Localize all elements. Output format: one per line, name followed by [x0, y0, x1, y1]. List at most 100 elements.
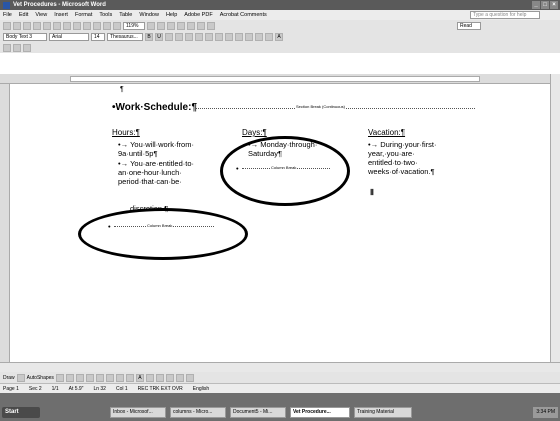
- font-size-box[interactable]: 14: [91, 32, 105, 41]
- hours-bullet-1-text: You·will·work·from· 9a·until·5p¶: [118, 140, 194, 158]
- justify-icon[interactable]: [195, 32, 203, 41]
- menu-insert[interactable]: Insert: [54, 12, 68, 18]
- help-search-input[interactable]: Type a question for help: [470, 11, 540, 19]
- text-cursor: Ⅱ: [370, 188, 374, 197]
- font-color-draw-icon[interactable]: A: [135, 373, 144, 382]
- font-color-icon[interactable]: A: [275, 32, 283, 41]
- thesaurus-box[interactable]: Thesaurus...: [107, 32, 143, 41]
- arrow-icon[interactable]: [65, 373, 74, 382]
- drawing-icon[interactable]: [197, 21, 205, 30]
- line-style-icon[interactable]: [145, 373, 154, 382]
- zoom-box[interactable]: 119%: [123, 21, 145, 30]
- vacation-header: Vacation:¶: [368, 128, 406, 137]
- close-button[interactable]: ×: [550, 1, 558, 9]
- line-icon[interactable]: [55, 373, 64, 382]
- highlight-icon[interactable]: [265, 32, 273, 41]
- line-spacing-icon[interactable]: [205, 32, 213, 41]
- task-columns[interactable]: columns - Micro...: [170, 407, 226, 418]
- fill-color-icon[interactable]: [115, 373, 124, 382]
- horizontal-ruler[interactable]: [0, 74, 560, 84]
- vertical-ruler[interactable]: [0, 84, 10, 362]
- spelling-icon[interactable]: [73, 21, 81, 30]
- table-icon[interactable]: [177, 21, 185, 30]
- annotation-circle-hours: [78, 208, 248, 260]
- select-objects-icon[interactable]: [16, 373, 25, 382]
- textbox-icon[interactable]: [95, 373, 104, 382]
- indent-icon[interactable]: [245, 32, 253, 41]
- outdent-icon[interactable]: [235, 32, 243, 41]
- menu-table[interactable]: Table: [119, 12, 132, 18]
- font-box[interactable]: Arial: [49, 32, 89, 41]
- start-button[interactable]: Start: [2, 407, 40, 418]
- hyperlink-icon[interactable]: [167, 21, 175, 30]
- open-icon[interactable]: [13, 21, 21, 30]
- permission-icon[interactable]: [33, 21, 41, 30]
- clock: 3:34 PM: [533, 407, 558, 418]
- oval-icon[interactable]: [85, 373, 94, 382]
- document-page[interactable]: ¶ •Work·Schedule:¶ Section Break (Contin…: [10, 84, 550, 362]
- menu-format[interactable]: Format: [75, 12, 92, 18]
- dash-style-icon[interactable]: [155, 373, 164, 382]
- task-inbox[interactable]: Inbox - Microsof...: [110, 407, 166, 418]
- title-bar: Vet Procedures - Microsoft Word _ □ ×: [0, 0, 560, 10]
- copy-icon[interactable]: [103, 21, 111, 30]
- menu-edit[interactable]: Edit: [19, 12, 28, 18]
- task-training-material[interactable]: Training Material: [354, 407, 412, 418]
- new-icon[interactable]: [3, 21, 11, 30]
- menu-help[interactable]: Help: [166, 12, 177, 18]
- style-box[interactable]: Body Text 3: [3, 32, 47, 41]
- read-button[interactable]: Read: [457, 21, 481, 30]
- hours-header: Hours:¶: [112, 128, 140, 137]
- task-document5[interactable]: Document5 - Mi...: [230, 407, 286, 418]
- wordart-icon[interactable]: [105, 373, 114, 382]
- align-right-icon[interactable]: [185, 32, 193, 41]
- pdf-email-icon[interactable]: [13, 43, 21, 52]
- redo-icon[interactable]: [157, 21, 165, 30]
- word-icon: [3, 1, 10, 9]
- hours-bullet-2-text: You·are·entitled·to· an·one-hour·lunch· …: [118, 159, 195, 186]
- draw-menu[interactable]: Draw: [3, 375, 15, 381]
- border-icon[interactable]: [255, 32, 263, 41]
- save-icon[interactable]: [23, 21, 31, 30]
- minimize-button[interactable]: _: [532, 1, 540, 9]
- 3d-icon[interactable]: [185, 373, 194, 382]
- menu-adobe-pdf[interactable]: Adobe PDF: [184, 12, 212, 18]
- menu-tools[interactable]: Tools: [99, 12, 112, 18]
- show-hide-icon[interactable]: [207, 21, 215, 30]
- email-icon[interactable]: [43, 21, 51, 30]
- task-vet-procedures[interactable]: Vet Procedure...: [290, 407, 350, 418]
- align-left-icon[interactable]: [165, 32, 173, 41]
- numbering-icon[interactable]: [215, 32, 223, 41]
- vertical-scrollbar[interactable]: [550, 74, 560, 362]
- shadow-icon[interactable]: [175, 373, 184, 382]
- pdf-review-icon[interactable]: [23, 43, 31, 52]
- align-center-icon[interactable]: [175, 32, 183, 41]
- menu-acrobat-comments[interactable]: Acrobat Comments: [220, 12, 267, 18]
- menu-bar: File Edit View Insert Format Tools Table…: [0, 10, 560, 20]
- print-preview-icon[interactable]: [63, 21, 71, 30]
- rectangle-icon[interactable]: [75, 373, 84, 382]
- line-color-icon[interactable]: [125, 373, 134, 382]
- arrow-style-icon[interactable]: [165, 373, 174, 382]
- research-icon[interactable]: [83, 21, 91, 30]
- columns-icon[interactable]: [187, 21, 195, 30]
- undo-icon[interactable]: [147, 21, 155, 30]
- menu-view[interactable]: View: [35, 12, 47, 18]
- horizontal-scrollbar[interactable]: [0, 362, 560, 372]
- menu-window[interactable]: Window: [139, 12, 159, 18]
- bold-icon[interactable]: B: [145, 32, 153, 41]
- days-header: Days:¶: [242, 128, 267, 137]
- underline-icon[interactable]: U: [155, 32, 163, 41]
- paste-icon[interactable]: [113, 21, 121, 30]
- cut-icon[interactable]: [93, 21, 101, 30]
- print-icon[interactable]: [53, 21, 61, 30]
- bullets-icon[interactable]: [225, 32, 233, 41]
- drawing-toolbar: Draw AutoShapes A: [0, 372, 560, 383]
- window-title: Vet Procedures - Microsoft Word: [13, 2, 106, 8]
- menu-file[interactable]: File: [3, 12, 12, 18]
- pdf-convert-icon[interactable]: [3, 43, 11, 52]
- maximize-button[interactable]: □: [541, 1, 549, 9]
- autoshapes-menu[interactable]: AutoShapes: [27, 375, 54, 381]
- status-sec: Sec 2: [28, 385, 42, 392]
- hours-bullet-1: •→ You·will·work·from· 9a·until·5p¶: [118, 140, 194, 158]
